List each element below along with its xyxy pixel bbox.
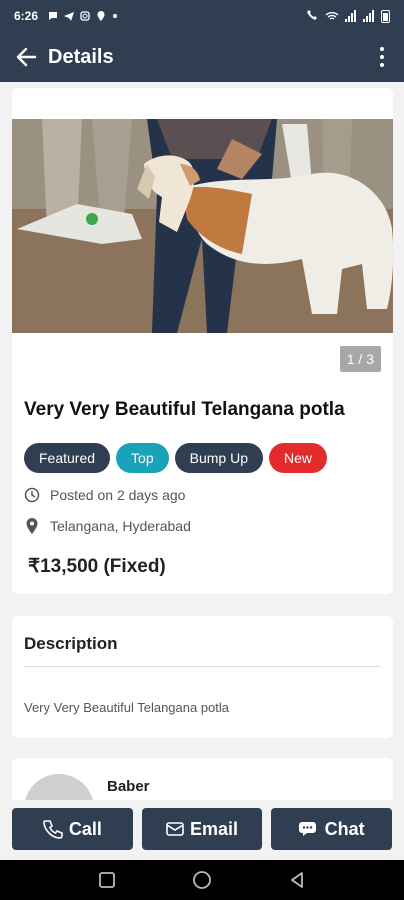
badge-new: New <box>268 443 327 473</box>
status-bar: 6:26 <box>0 0 404 32</box>
chat-label: Chat <box>324 818 365 839</box>
description-card: Description Very Very Beautiful Telangan… <box>12 616 393 738</box>
posted-text: Posted on 2 days ago <box>50 487 186 503</box>
location-pin-icon <box>24 518 40 534</box>
call-button[interactable]: Call <box>12 808 133 850</box>
listing-price: ₹13,500 (Fixed) <box>28 556 166 577</box>
home-icon[interactable] <box>192 870 212 890</box>
page-title: Details <box>48 45 114 68</box>
envelope-icon <box>166 822 184 836</box>
description-heading: Description <box>24 634 118 653</box>
avatar <box>24 774 94 800</box>
posted-row: Posted on 2 days ago <box>24 487 185 503</box>
listing-card: 1 / 3 Very Very Beautiful Telangana potl… <box>12 88 393 594</box>
call-label: Call <box>68 818 102 839</box>
seller-card[interactable]: Baber <box>12 758 393 800</box>
email-button[interactable]: Email <box>141 808 263 850</box>
battery-icon <box>381 9 390 23</box>
badge-top: Top <box>116 443 169 473</box>
dot <box>380 55 384 59</box>
back-button[interactable] <box>12 43 40 71</box>
badge-list: Featured Top Bump Up New <box>24 443 327 473</box>
phone-icon <box>43 820 63 839</box>
app-bar: Details <box>0 32 404 82</box>
chat-bubble-icon <box>298 822 316 836</box>
system-icons <box>305 9 390 23</box>
badge-featured: Featured <box>24 443 111 473</box>
email-label: Email <box>189 818 239 839</box>
badge-bump-up: Bump Up <box>174 443 263 473</box>
image-counter: 1 / 3 <box>339 346 381 372</box>
dot <box>380 63 384 67</box>
status-time: 6:26 <box>14 9 39 23</box>
divider <box>24 666 381 667</box>
more-options-button[interactable] <box>372 43 392 71</box>
system-nav-bar <box>0 860 404 900</box>
listing-photo[interactable] <box>12 119 393 333</box>
location-text: Telangana, Hyderabad <box>50 518 191 534</box>
location-row: Telangana, Hyderabad <box>24 518 191 534</box>
recents-icon[interactable] <box>98 871 116 889</box>
action-bar: Call Email Chat <box>0 800 404 860</box>
description-text: Very Very Beautiful Telangana potla <box>24 700 230 715</box>
back-nav-icon[interactable] <box>288 871 306 889</box>
seller-name: Baber <box>107 778 150 795</box>
chat-button[interactable]: Chat <box>271 808 393 850</box>
listing-title: Very Very Beautiful Telangana potla <box>24 399 345 420</box>
details-content[interactable]: 1 / 3 Very Very Beautiful Telangana potl… <box>0 82 404 800</box>
clock-icon <box>24 487 40 503</box>
arrow-left-icon <box>16 47 37 67</box>
dot <box>380 47 384 51</box>
notification-icons <box>48 11 118 21</box>
